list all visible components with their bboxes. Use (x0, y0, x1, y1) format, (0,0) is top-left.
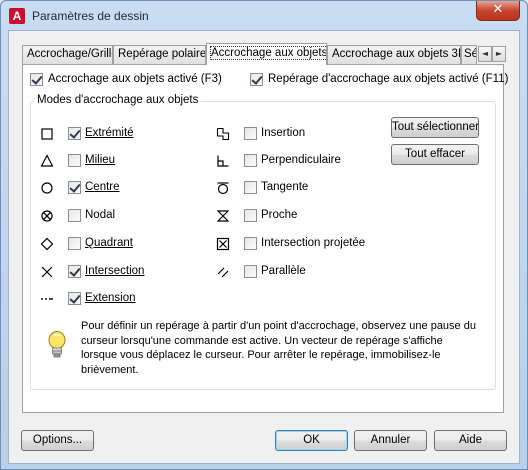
tab-selection-cycling[interactable]: Sé (461, 45, 477, 64)
insertion-icon (216, 127, 230, 141)
tab-label: Repérage polaire (118, 48, 206, 60)
square-icon (41, 128, 53, 140)
dialog-window: A Paramètres de dessin ✕ Accrochage/Gril… (0, 0, 528, 470)
x-icon (41, 266, 53, 278)
midpoint-label[interactable]: Milieu (85, 154, 115, 166)
quadrant-label[interactable]: Quadrant (85, 237, 133, 249)
quadrant-checkbox[interactable] (68, 237, 81, 250)
apparent-intersection-label[interactable]: Intersection projetée (261, 237, 365, 249)
otrack-on-checkbox[interactable] (250, 73, 263, 86)
tab-label: Sé (464, 48, 477, 60)
snap-modes-title: Modes d'accrochage aux objets (34, 94, 202, 106)
tab-3d-object-snap[interactable]: Accrochage aux objets 3D (327, 45, 461, 64)
node-icon (41, 210, 53, 222)
tangent-icon (217, 182, 229, 195)
circle-icon (41, 182, 53, 194)
apparent-intersection-checkbox[interactable] (244, 237, 257, 250)
tab-label: Accrochage aux objets (209, 46, 327, 60)
tab-polar-tracking[interactable]: Repérage polaire (113, 45, 206, 64)
triangle-icon (40, 154, 54, 167)
extension-checkbox[interactable] (68, 292, 81, 305)
object-snap-panel: Accrochage aux objets activé (F3) Repéra… (22, 64, 508, 413)
tab-label: Accrochage aux objets 3D (332, 48, 461, 60)
tangent-checkbox[interactable] (244, 181, 257, 194)
tab-scroll-left-button[interactable]: ◄ (478, 46, 492, 62)
select-all-button[interactable]: Tout sélectionner (391, 117, 479, 138)
boxed-x-icon (216, 237, 230, 251)
diamond-icon (40, 237, 54, 251)
nearest-label[interactable]: Proche (261, 209, 297, 221)
title-bar[interactable]: A Paramètres de dessin ✕ (1, 1, 527, 31)
autocad-icon: A (9, 8, 25, 24)
parallel-label[interactable]: Parallèle (261, 265, 306, 277)
window-title: Paramètres de dessin (32, 9, 149, 23)
cancel-button[interactable]: Annuler (354, 430, 427, 451)
dialog-body: Accrochage/Grille Repérage polaire Accro… (8, 30, 520, 464)
tab-label: Accrochage/Grille (27, 48, 113, 60)
perpendicular-checkbox[interactable] (244, 154, 257, 167)
insertion-label[interactable]: Insertion (261, 127, 305, 139)
endpoint-checkbox[interactable] (68, 127, 81, 140)
intersection-label[interactable]: Intersection (85, 265, 144, 277)
center-checkbox[interactable] (68, 181, 81, 194)
options-button[interactable]: Options... (21, 430, 94, 451)
tracking-help-text: Pour définir un repérage à partir d'un p… (81, 320, 476, 376)
node-checkbox[interactable] (68, 209, 81, 222)
help-button[interactable]: Aide (434, 430, 507, 451)
hourglass-icon (216, 210, 230, 222)
endpoint-label[interactable]: Extrémité (85, 127, 134, 139)
osnap-on-checkbox[interactable] (30, 73, 43, 86)
otrack-on-label[interactable]: Repérage d'accrochage aux objets activé … (268, 73, 508, 85)
osnap-on-label[interactable]: Accrochage aux objets activé (F3) (48, 73, 222, 85)
extension-label[interactable]: Extension (85, 292, 136, 304)
clear-all-button[interactable]: Tout effacer (391, 144, 479, 165)
tab-scroll-right-button[interactable]: ► (492, 46, 506, 62)
extension-icon (41, 298, 53, 300)
insertion-checkbox[interactable] (244, 127, 257, 140)
intersection-checkbox[interactable] (68, 265, 81, 278)
tab-strip: Accrochage/Grille Repérage polaire Accro… (22, 43, 506, 65)
perpendicular-label[interactable]: Perpendiculaire (261, 154, 341, 166)
tab-snap-grid[interactable]: Accrochage/Grille (22, 45, 113, 64)
perpendicular-icon (217, 155, 229, 167)
ok-button[interactable]: OK (275, 430, 348, 451)
tab-object-snap[interactable]: Accrochage aux objets (206, 43, 327, 65)
center-label[interactable]: Centre (85, 181, 120, 193)
parallel-checkbox[interactable] (244, 265, 257, 278)
close-button[interactable]: ✕ (476, 1, 520, 21)
nearest-checkbox[interactable] (244, 209, 257, 222)
tangent-label[interactable]: Tangente (261, 181, 308, 193)
parallel-icon (217, 267, 229, 278)
midpoint-checkbox[interactable] (68, 154, 81, 167)
lightbulb-icon (48, 331, 66, 358)
node-label[interactable]: Nodal (85, 209, 115, 221)
